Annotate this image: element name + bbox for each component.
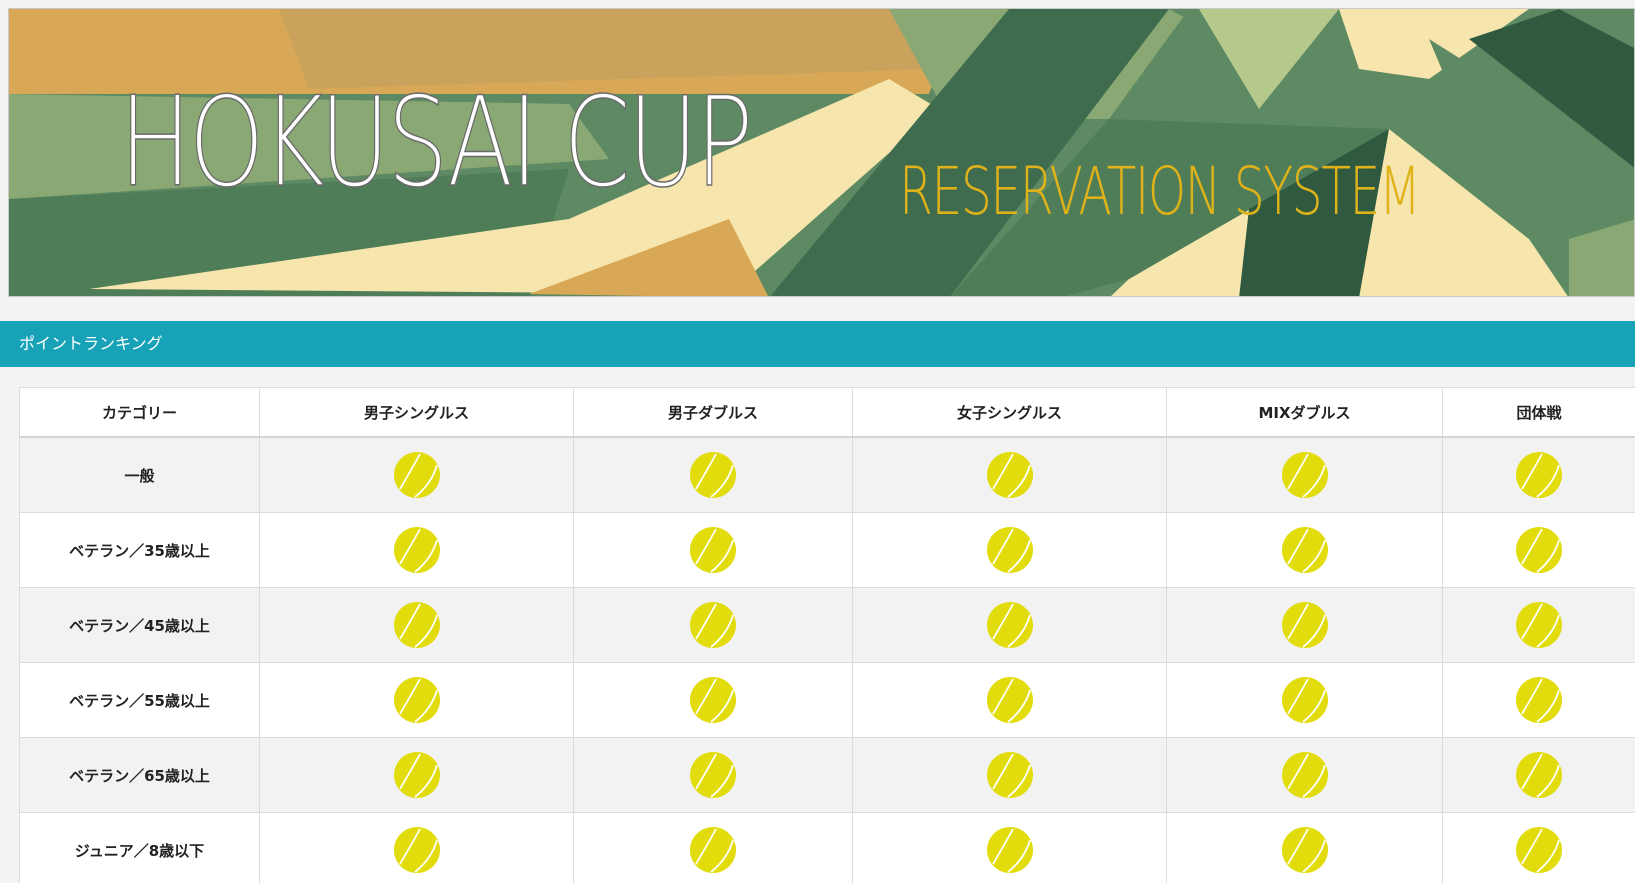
ranking-cell xyxy=(1442,737,1635,813)
tennis-ball-icon[interactable] xyxy=(689,526,737,574)
ranking-cell xyxy=(852,737,1167,813)
ranking-cell xyxy=(852,587,1167,663)
tennis-ball-icon[interactable] xyxy=(986,451,1034,499)
tennis-ball-icon[interactable] xyxy=(1281,751,1329,799)
category-cell: ベテラン／55歳以上 xyxy=(19,662,260,738)
tennis-ball-icon[interactable] xyxy=(393,601,441,649)
category-cell: 一般 xyxy=(19,436,260,513)
column-header: MIXダブルス xyxy=(1166,387,1443,438)
table-row: ベテラン／35歳以上 xyxy=(19,512,1635,588)
ranking-cell xyxy=(573,436,853,513)
table-row: ベテラン／55歳以上 xyxy=(19,662,1635,738)
section-header-point-ranking: ポイントランキング xyxy=(0,321,1635,367)
tennis-ball-icon[interactable] xyxy=(1515,751,1563,799)
ranking-cell xyxy=(259,737,574,813)
column-header-category: カテゴリー xyxy=(19,387,260,438)
tennis-ball-icon[interactable] xyxy=(986,676,1034,724)
column-header: 女子シングルス xyxy=(852,387,1167,438)
tennis-ball-icon[interactable] xyxy=(986,526,1034,574)
column-header: 男子ダブルス xyxy=(573,387,853,438)
tennis-ball-icon[interactable] xyxy=(1281,526,1329,574)
banner-title: HOKUSAI CUP xyxy=(118,71,754,215)
tennis-ball-icon[interactable] xyxy=(689,826,737,874)
ranking-cell xyxy=(852,512,1167,588)
tennis-ball-icon[interactable] xyxy=(1515,601,1563,649)
tennis-ball-icon[interactable] xyxy=(1515,451,1563,499)
banner-subtitle: RESERVATION SYSTEM xyxy=(899,153,1421,230)
header-banner: HOKUSAI CUP RESERVATION SYSTEM xyxy=(8,8,1635,297)
category-cell: ジュニア／8歳以下 xyxy=(19,812,260,883)
ranking-table: カテゴリー 男子シングルス 男子ダブルス 女子シングルス MIXダブルス 団体戦 一般 ベテ… xyxy=(19,387,1635,883)
ranking-cell xyxy=(573,737,853,813)
category-cell: ベテラン／35歳以上 xyxy=(19,512,260,588)
tennis-ball-icon[interactable] xyxy=(689,601,737,649)
tennis-ball-icon[interactable] xyxy=(986,826,1034,874)
ranking-cell xyxy=(1442,512,1635,588)
ranking-cell xyxy=(573,662,853,738)
table-row: ベテラン／65歳以上 xyxy=(19,737,1635,813)
ranking-cell xyxy=(1442,812,1635,883)
column-header: 団体戦 xyxy=(1442,387,1635,438)
tennis-ball-icon[interactable] xyxy=(1281,676,1329,724)
ranking-cell xyxy=(259,436,574,513)
ranking-cell xyxy=(852,662,1167,738)
ranking-cell xyxy=(1166,587,1443,663)
tennis-ball-icon[interactable] xyxy=(986,601,1034,649)
ranking-cell xyxy=(259,512,574,588)
tennis-ball-icon[interactable] xyxy=(393,751,441,799)
ranking-cell xyxy=(1442,662,1635,738)
tennis-ball-icon[interactable] xyxy=(1281,826,1329,874)
tennis-ball-icon[interactable] xyxy=(986,751,1034,799)
table-header-row: カテゴリー 男子シングルス 男子ダブルス 女子シングルス MIXダブルス 団体戦 xyxy=(19,387,1635,438)
tennis-ball-icon[interactable] xyxy=(393,676,441,724)
ranking-cell xyxy=(573,512,853,588)
tennis-ball-icon[interactable] xyxy=(1281,451,1329,499)
ranking-table-container: カテゴリー 男子シングルス 男子ダブルス 女子シングルス MIXダブルス 団体戦 一般 ベテ… xyxy=(19,387,1635,883)
column-header: 男子シングルス xyxy=(259,387,574,438)
ranking-cell xyxy=(1166,436,1443,513)
ranking-cell xyxy=(1442,436,1635,513)
table-body: 一般 ベテラン／35歳以上 ベテラン／45歳以上 ベテラン／55歳以上 ベテラン／65歳… xyxy=(19,436,1635,883)
ranking-cell xyxy=(852,436,1167,513)
category-cell: ベテラン／45歳以上 xyxy=(19,587,260,663)
category-cell: ベテラン／65歳以上 xyxy=(19,737,260,813)
table-row: ジュニア／8歳以下 xyxy=(19,812,1635,883)
ranking-cell xyxy=(259,587,574,663)
tennis-ball-icon[interactable] xyxy=(1281,601,1329,649)
tennis-ball-icon[interactable] xyxy=(393,526,441,574)
ranking-cell xyxy=(573,587,853,663)
tennis-ball-icon[interactable] xyxy=(689,451,737,499)
ranking-cell xyxy=(852,812,1167,883)
tennis-ball-icon[interactable] xyxy=(393,451,441,499)
ranking-cell xyxy=(1442,587,1635,663)
ranking-cell xyxy=(573,812,853,883)
ranking-cell xyxy=(1166,662,1443,738)
table-row: ベテラン／45歳以上 xyxy=(19,587,1635,663)
ranking-cell xyxy=(1166,737,1443,813)
ranking-cell xyxy=(259,812,574,883)
ranking-cell xyxy=(259,662,574,738)
tennis-ball-icon[interactable] xyxy=(393,826,441,874)
tennis-ball-icon[interactable] xyxy=(1515,826,1563,874)
tennis-ball-icon[interactable] xyxy=(689,751,737,799)
ranking-cell xyxy=(1166,512,1443,588)
tennis-ball-icon[interactable] xyxy=(1515,676,1563,724)
ranking-cell xyxy=(1166,812,1443,883)
tennis-ball-icon[interactable] xyxy=(689,676,737,724)
tennis-ball-icon[interactable] xyxy=(1515,526,1563,574)
table-row: 一般 xyxy=(19,436,1635,513)
